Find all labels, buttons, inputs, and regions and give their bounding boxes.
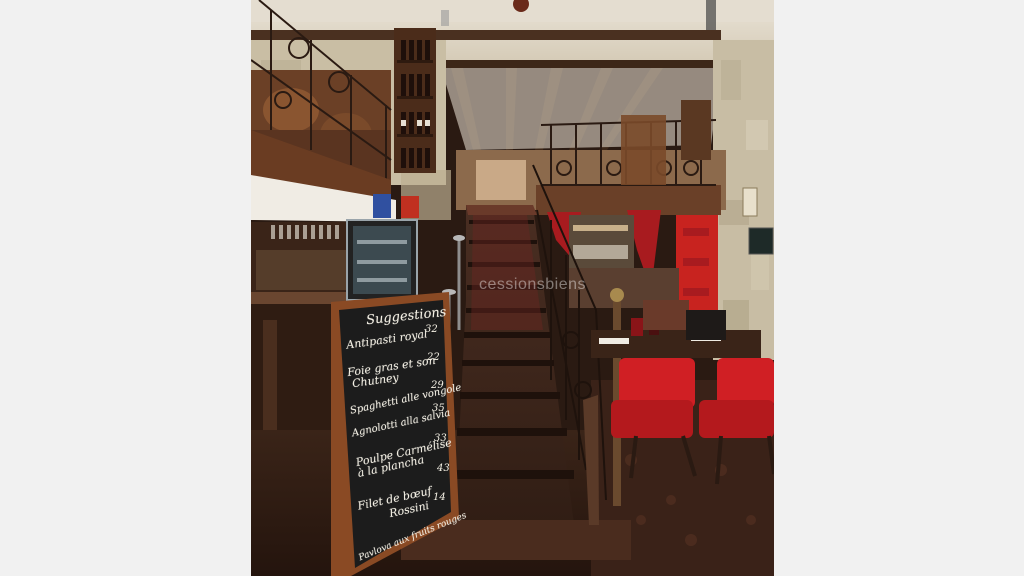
menu-price: 33 (434, 433, 447, 444)
watermark: cessionsbiens (479, 276, 586, 293)
menu-price: 22 (427, 352, 440, 363)
restaurant-photo: cessionsbiens Suggestions Antipasti roya… (251, 0, 774, 576)
menu-price: 14 (433, 492, 446, 503)
menu-price: 35 (432, 403, 445, 414)
menu-price: 43 (437, 463, 450, 474)
menu-price: 32 (425, 324, 438, 335)
menu-price: 29 (431, 380, 444, 391)
